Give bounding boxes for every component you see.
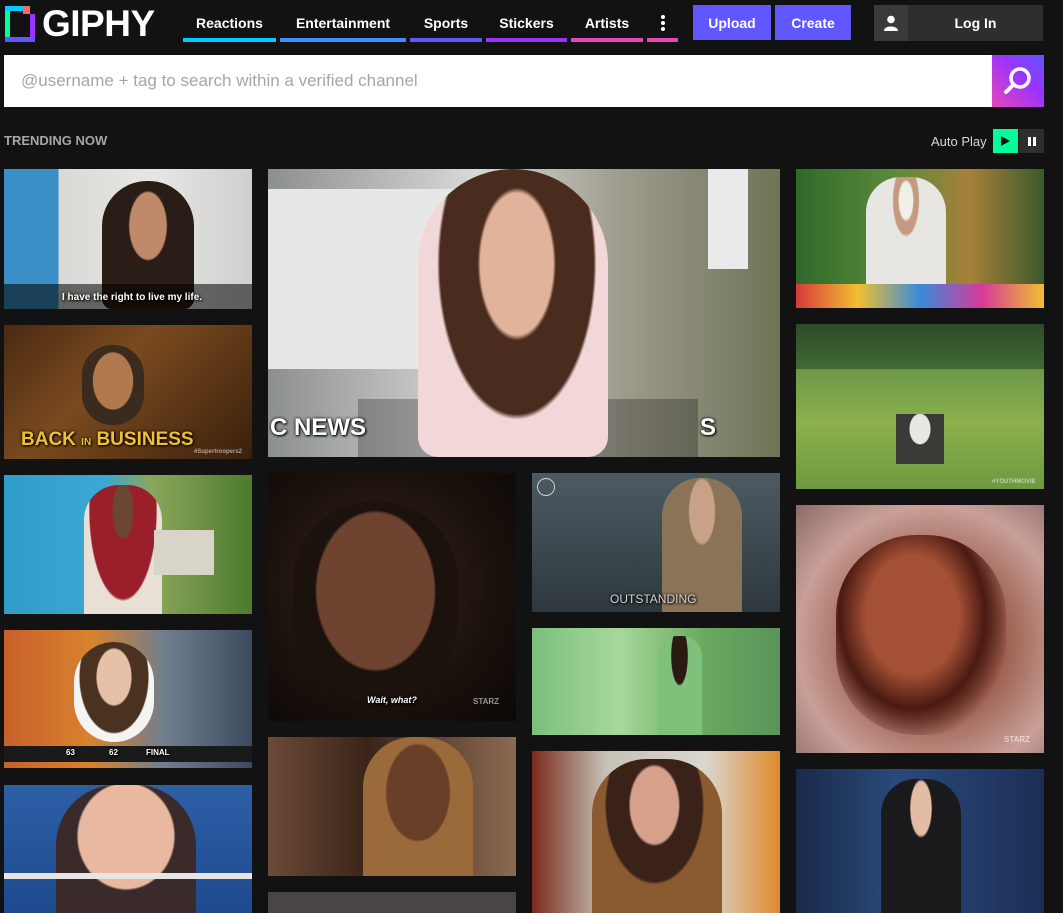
score-final: FINAL	[146, 748, 170, 757]
giphy-logo[interactable]: GIPHY	[5, 3, 155, 44]
nav-reactions[interactable]: Reactions	[183, 6, 276, 42]
youth-hashtag: #YOUTHMOVIE	[992, 479, 1036, 485]
score-home: 63	[66, 748, 75, 757]
gif-news-text-right: S	[700, 414, 717, 441]
gif-sports-fans[interactable]: 63 62 FINAL	[4, 630, 252, 768]
gif-caption: I have the right to live my life.	[62, 292, 203, 303]
gif-side-eye[interactable]	[268, 737, 516, 876]
login-label: Log In	[954, 15, 997, 31]
gif-shocked-man[interactable]	[4, 785, 252, 913]
gif-col2-bottom[interactable]	[268, 892, 516, 913]
nav-sports[interactable]: Sports	[410, 6, 482, 42]
score-away: 62	[109, 748, 118, 757]
gif-meadow[interactable]: #YOUTHMOVIE	[796, 324, 1044, 489]
gif-outstanding[interactable]: OUTSTANDING	[532, 473, 780, 612]
gif-hashtag: #Supertroopers2	[194, 449, 243, 455]
search-bar	[4, 55, 1044, 107]
autoplay-label: Auto Play	[931, 134, 987, 149]
gif-laughing-woman[interactable]	[532, 751, 780, 913]
trending-title: TRENDING NOW	[4, 133, 108, 148]
gif-caption: OUTSTANDING	[610, 592, 697, 606]
nav-artists[interactable]: Artists	[571, 6, 643, 42]
gif-party-dance[interactable]	[796, 169, 1044, 308]
pause-icon	[1027, 136, 1036, 146]
brand-name: GIPHY	[42, 3, 155, 44]
search-input[interactable]	[4, 55, 992, 107]
nav-more[interactable]	[647, 6, 678, 42]
play-icon	[1001, 136, 1010, 146]
giphy-logo-icon	[5, 6, 35, 42]
gif-back-in-business[interactable]: BACK IN BUSINESS #Supertroopers2	[4, 325, 252, 459]
vertical-ellipsis-icon	[660, 15, 665, 31]
upload-button[interactable]: Upload	[693, 5, 771, 40]
gif-news-anchor[interactable]: C NEWS S	[268, 169, 780, 457]
login-button[interactable]: Log In	[874, 5, 1043, 41]
gif-caption: BACK IN BUSINESS	[21, 429, 194, 450]
autoplay-pause-button[interactable]	[1019, 129, 1044, 153]
gif-green-room[interactable]	[532, 628, 780, 735]
user-icon	[874, 5, 908, 41]
gif-late-show[interactable]	[796, 769, 1044, 913]
main-nav: Reactions Entertainment Sports Stickers …	[183, 6, 682, 42]
gif-news-text-left: C NEWS	[270, 414, 366, 441]
gif-wait-what[interactable]: Wait, what? STARZ	[268, 473, 516, 721]
create-button[interactable]: Create	[775, 5, 851, 40]
gif-kourtney[interactable]: I have the right to live my life.	[4, 169, 252, 309]
starz-watermark: STARZ	[473, 697, 500, 706]
nav-entertainment[interactable]: Entertainment	[280, 6, 406, 42]
starz-watermark: STARZ	[1004, 735, 1031, 744]
gif-caption: Wait, what?	[367, 695, 417, 705]
gif-sparkle-kiss[interactable]: STARZ	[796, 505, 1044, 753]
search-icon	[1004, 67, 1031, 94]
search-button[interactable]	[992, 55, 1044, 107]
nav-stickers[interactable]: Stickers	[486, 6, 567, 42]
gif-dancing-grandma[interactable]	[4, 475, 252, 614]
autoplay-play-button[interactable]	[993, 129, 1018, 153]
